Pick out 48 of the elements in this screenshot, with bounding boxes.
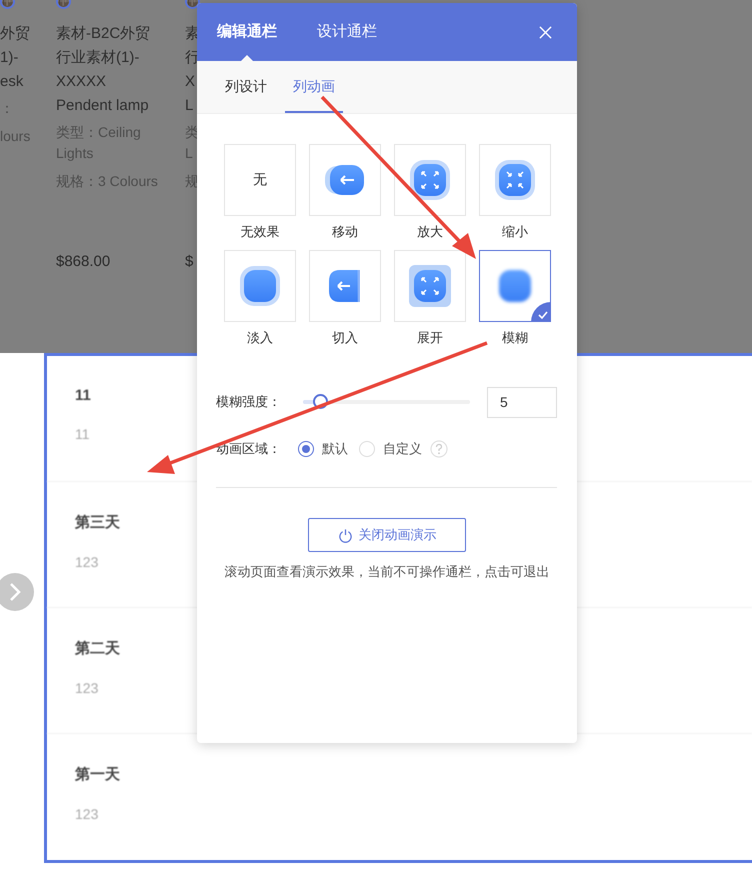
product-title: 外贸	[0, 24, 30, 44]
product-title: 素材-B2C外贸	[56, 24, 150, 44]
product-title: X	[185, 72, 196, 92]
item-subtitle: 123	[75, 680, 98, 696]
product-price: $868.00	[56, 253, 110, 270]
collapse-arrows-tile-icon	[494, 159, 536, 201]
effect-option[interactable]	[479, 250, 551, 322]
effect-label: 切入	[332, 330, 358, 346]
product-title: 1)-	[0, 48, 18, 68]
product-title: 行业素材(1)-	[56, 48, 140, 68]
effect-label: 模糊	[502, 330, 528, 346]
effect-label: 展开	[417, 330, 443, 346]
item-title: 第一天	[75, 765, 120, 784]
radio-button[interactable]	[298, 441, 314, 457]
effect-label: 移动	[332, 224, 358, 240]
effect-label: 淡入	[247, 330, 273, 346]
effect-option[interactable]: 无	[224, 144, 296, 216]
power-icon	[338, 528, 352, 542]
expand-arrows-tile-icon	[409, 159, 451, 201]
item-subtitle: 123	[75, 806, 98, 822]
product-type: ：	[0, 99, 14, 118]
product-title: L	[185, 96, 194, 116]
product-title: esk	[0, 72, 24, 92]
product-price: $	[185, 253, 194, 270]
sub-tab[interactable]: 列设计	[217, 61, 275, 113]
item-subtitle: 11	[75, 426, 90, 442]
item-subtitle: 123	[75, 554, 98, 570]
hint-text: 滚动页面查看演示效果，当前不可操作通栏，点击可退出	[224, 563, 550, 581]
number-input[interactable]: 5	[487, 386, 557, 418]
product-title: XXXXX	[56, 72, 106, 92]
item-title: 第二天	[75, 639, 120, 658]
effect-label: 缩小	[502, 224, 528, 240]
radio-label[interactable]: 自定义	[383, 440, 422, 458]
effect-label: 无效果	[240, 224, 280, 240]
check-badge-icon	[531, 302, 551, 322]
field-label: 模糊强度：	[216, 393, 282, 411]
expand-arrows-tile-icon	[409, 265, 451, 307]
header-tab[interactable]: 编辑通栏	[217, 3, 277, 61]
product-title: Pendent lamp	[56, 96, 149, 116]
rounded-tile-icon	[239, 265, 281, 307]
item-title: 11	[75, 387, 91, 404]
close-icon[interactable]	[539, 26, 552, 39]
radio-label[interactable]: 默认	[322, 440, 348, 458]
stop-demo-button[interactable]: 关闭动画演示	[308, 518, 466, 552]
header-tab[interactable]: 设计通栏	[317, 3, 377, 61]
effect-label: 放大	[417, 224, 443, 240]
sub-tab[interactable]: 列动画	[285, 61, 343, 113]
item-title: 第三天	[75, 513, 120, 532]
